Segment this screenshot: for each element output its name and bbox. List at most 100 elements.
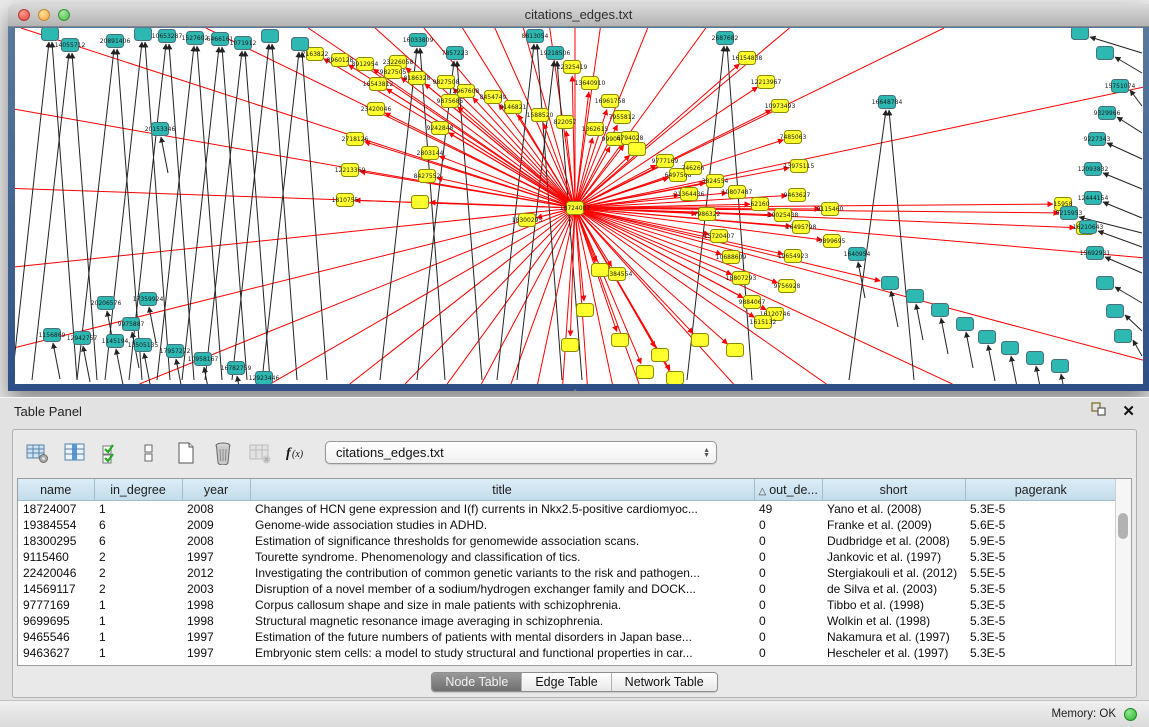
- table-cell[interactable]: 5.3E-5: [965, 645, 1116, 661]
- tab-node-table[interactable]: Node Table: [432, 673, 521, 691]
- table-cell[interactable]: Disruption of a novel member of a sodium…: [250, 581, 754, 597]
- column-header-short[interactable]: short: [822, 479, 965, 501]
- select-columns-icon[interactable]: [97, 439, 126, 466]
- table-cell[interactable]: 0: [754, 549, 822, 565]
- table-cell[interactable]: 2: [94, 581, 182, 597]
- table-cell[interactable]: Wolkin et al. (1998): [822, 613, 965, 629]
- column-header-out-de[interactable]: △out_de...: [754, 479, 822, 501]
- table-cell[interactable]: Tourette syndrome. Phenomenology and cla…: [250, 549, 754, 565]
- table-cell[interactable]: 2: [94, 565, 182, 581]
- table-cell[interactable]: Changes of HCN gene expression and I(f) …: [250, 501, 754, 518]
- graph-node[interactable]: [1027, 352, 1044, 365]
- close-panel-icon[interactable]: ✕: [1122, 404, 1135, 419]
- table-cell[interactable]: de Silva et al. (2003): [822, 581, 965, 597]
- table-cell[interactable]: 1997: [182, 645, 250, 661]
- table-row[interactable]: 1872400712008Changes of HCN gene express…: [18, 501, 1116, 518]
- table-cell[interactable]: Genome-wide association studies in ADHD.: [250, 517, 754, 533]
- table-cell[interactable]: Stergiakouli et al. (2012): [822, 565, 965, 581]
- table-row[interactable]: 911546021997Tourette syndrome. Phenomeno…: [18, 549, 1116, 565]
- table-cell[interactable]: 49: [754, 501, 822, 518]
- zoom-window-icon[interactable]: [58, 9, 70, 21]
- window-titlebar[interactable]: citations_edges.txt: [8, 4, 1149, 27]
- delete-table-icon[interactable]: [208, 439, 237, 466]
- table-cell[interactable]: 5.5E-5: [965, 565, 1116, 581]
- graph-node[interactable]: [637, 366, 654, 379]
- graph-node[interactable]: [612, 334, 629, 347]
- table-cell[interactable]: 0: [754, 613, 822, 629]
- table-cell[interactable]: 0: [754, 597, 822, 613]
- table-cell[interactable]: Nakamura et al. (1997): [822, 629, 965, 645]
- new-table-icon[interactable]: [171, 439, 200, 466]
- table-cell[interactable]: 9463627: [18, 645, 94, 661]
- minimize-window-icon[interactable]: [38, 9, 50, 21]
- import-table-icon[interactable]: [245, 439, 274, 466]
- table-cell[interactable]: 9777169: [18, 597, 94, 613]
- table-cell[interactable]: 2008: [182, 501, 250, 518]
- graph-node[interactable]: [1107, 305, 1124, 318]
- table-cell[interactable]: Franke et al. (2009): [822, 517, 965, 533]
- table-row[interactable]: 946362711997Embryonic stem cells: a mode…: [18, 645, 1116, 661]
- column-header-in-degree[interactable]: in_degree: [94, 479, 182, 501]
- graph-node[interactable]: [1097, 47, 1114, 60]
- graph-node[interactable]: [1097, 277, 1114, 290]
- graph-node[interactable]: [42, 28, 59, 41]
- table-row[interactable]: 977716911998Corpus callosum shape and si…: [18, 597, 1116, 613]
- table-cell[interactable]: 5.9E-5: [965, 533, 1116, 549]
- table-cell[interactable]: 5.3E-5: [965, 501, 1116, 518]
- table-cell[interactable]: 2009: [182, 517, 250, 533]
- table-cell[interactable]: Jankovic et al. (1997): [822, 549, 965, 565]
- graph-node[interactable]: [667, 372, 684, 385]
- table-cell[interactable]: 14569117: [18, 581, 94, 597]
- function-builder-icon[interactable]: f(x): [282, 439, 311, 466]
- table-cell[interactable]: 9115460: [18, 549, 94, 565]
- column-header-pagerank[interactable]: pagerank: [965, 479, 1116, 501]
- graph-node[interactable]: [1052, 360, 1069, 373]
- table-cell[interactable]: 1: [94, 629, 182, 645]
- graph-node[interactable]: [1115, 330, 1132, 343]
- table-cell[interactable]: 0: [754, 629, 822, 645]
- graph-node[interactable]: [412, 196, 429, 209]
- table-row[interactable]: 969969511998Structural magnetic resonanc…: [18, 613, 1116, 629]
- table-cell[interactable]: 2012: [182, 565, 250, 581]
- table-cell[interactable]: 2003: [182, 581, 250, 597]
- table-cell[interactable]: 0: [754, 581, 822, 597]
- graph-node[interactable]: [957, 318, 974, 331]
- table-row[interactable]: 946554611997Estimation of the future num…: [18, 629, 1116, 645]
- graph-node[interactable]: [979, 331, 996, 344]
- table-row[interactable]: 1938455462009Genome-wide association stu…: [18, 517, 1116, 533]
- table-cell[interactable]: 5.3E-5: [965, 581, 1116, 597]
- table-cell[interactable]: 1: [94, 645, 182, 661]
- graph-node[interactable]: [592, 264, 609, 277]
- graph-node[interactable]: [135, 28, 152, 41]
- table-cell[interactable]: Yano et al. (2008): [822, 501, 965, 518]
- graph-node[interactable]: [262, 30, 279, 43]
- table-cell[interactable]: 2: [94, 549, 182, 565]
- table-cell[interactable]: Dudbridge et al. (2008): [822, 533, 965, 549]
- table-cell[interactable]: 5.3E-5: [965, 549, 1116, 565]
- network-canvas[interactable]: 1872400718300295193845549777169649756874…: [15, 28, 1143, 384]
- table-cell[interactable]: 0: [754, 517, 822, 533]
- table-cell[interactable]: 5.3E-5: [965, 629, 1116, 645]
- float-panel-icon[interactable]: [1091, 402, 1107, 421]
- table-cell[interactable]: 6: [94, 533, 182, 549]
- row-options-icon[interactable]: [134, 439, 163, 466]
- tab-network-table[interactable]: Network Table: [611, 673, 717, 691]
- table-row[interactable]: 1830029562008Estimation of significance …: [18, 533, 1116, 549]
- table-cell[interactable]: 0: [754, 645, 822, 661]
- table-cell[interactable]: Structural magnetic resonance image aver…: [250, 613, 754, 629]
- table-cell[interactable]: 1: [94, 501, 182, 518]
- table-cell[interactable]: 0: [754, 533, 822, 549]
- table-cell[interactable]: Embryonic stem cells: a model to study s…: [250, 645, 754, 661]
- table-cell[interactable]: 1998: [182, 597, 250, 613]
- table-cell[interactable]: 5.3E-5: [965, 597, 1116, 613]
- table-cell[interactable]: 18300295: [18, 533, 94, 549]
- graph-node[interactable]: [629, 143, 646, 156]
- network-canvas-svg[interactable]: 1872400718300295193845549777169649756874…: [15, 28, 1143, 384]
- table-cell[interactable]: 5.6E-5: [965, 517, 1116, 533]
- graph-node[interactable]: [577, 304, 594, 317]
- graph-node[interactable]: [907, 290, 924, 303]
- table-cell[interactable]: 0: [754, 565, 822, 581]
- table-cell[interactable]: Estimation of the future numbers of pati…: [250, 629, 754, 645]
- table-cell[interactable]: 18724007: [18, 501, 94, 518]
- table-cell[interactable]: 1: [94, 613, 182, 629]
